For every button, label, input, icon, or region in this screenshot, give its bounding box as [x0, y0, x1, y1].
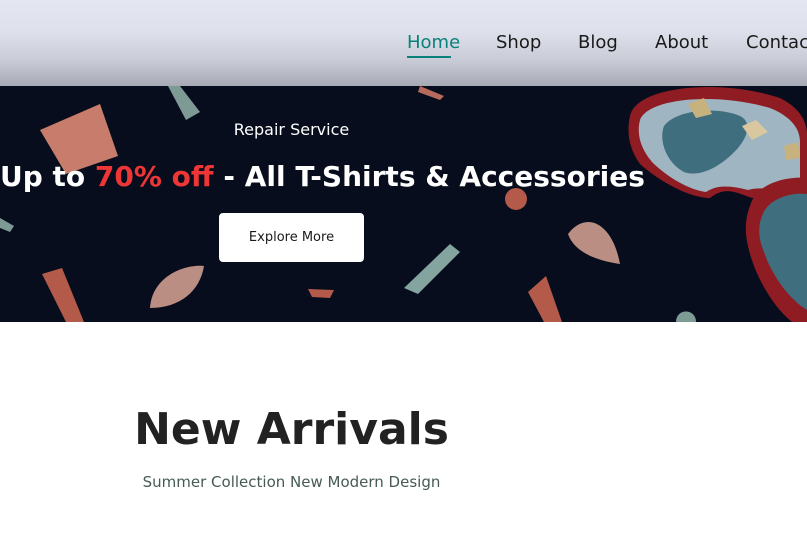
hero-title-prefix: Up to: [0, 160, 95, 193]
confetti-piece: [150, 265, 204, 308]
hero-banner: Repair Service Up to 70% off - All T-Shi…: [0, 86, 807, 322]
hero-subtitle: Repair Service: [233, 120, 350, 139]
hero-title-highlight: 70% off: [94, 160, 214, 193]
confetti-piece: [0, 218, 14, 232]
nav-contact[interactable]: Contact: [746, 32, 807, 54]
sunglasses-graphic: [628, 86, 807, 322]
hero-title-suffix: - All T-Shirts & Accessories: [213, 160, 645, 193]
confetti-piece: [308, 289, 334, 298]
site-header: Home Shop Blog About Contact: [0, 0, 807, 86]
hero-title: Up to 70% off - All T-Shirts & Accessori…: [0, 160, 645, 193]
nav-blog[interactable]: Blog: [578, 32, 618, 54]
new-arrivals-title: New Arrivals: [134, 404, 449, 455]
nav-home[interactable]: Home: [407, 32, 460, 54]
nav-about[interactable]: About: [655, 32, 708, 54]
nav-active-underline: [407, 56, 451, 58]
confetti-piece: [528, 276, 562, 322]
nav-shop[interactable]: Shop: [496, 32, 541, 54]
confetti-piece: [676, 311, 696, 322]
confetti-piece: [168, 86, 200, 120]
confetti-piece: [42, 268, 84, 322]
new-arrivals-subtitle: Summer Collection New Modern Design: [142, 473, 441, 491]
explore-more-button[interactable]: Explore More: [219, 213, 364, 262]
confetti-piece: [418, 86, 444, 100]
confetti-piece: [568, 221, 620, 264]
main-nav: Home Shop Blog About Contact: [0, 32, 807, 62]
confetti-piece: [404, 244, 460, 294]
